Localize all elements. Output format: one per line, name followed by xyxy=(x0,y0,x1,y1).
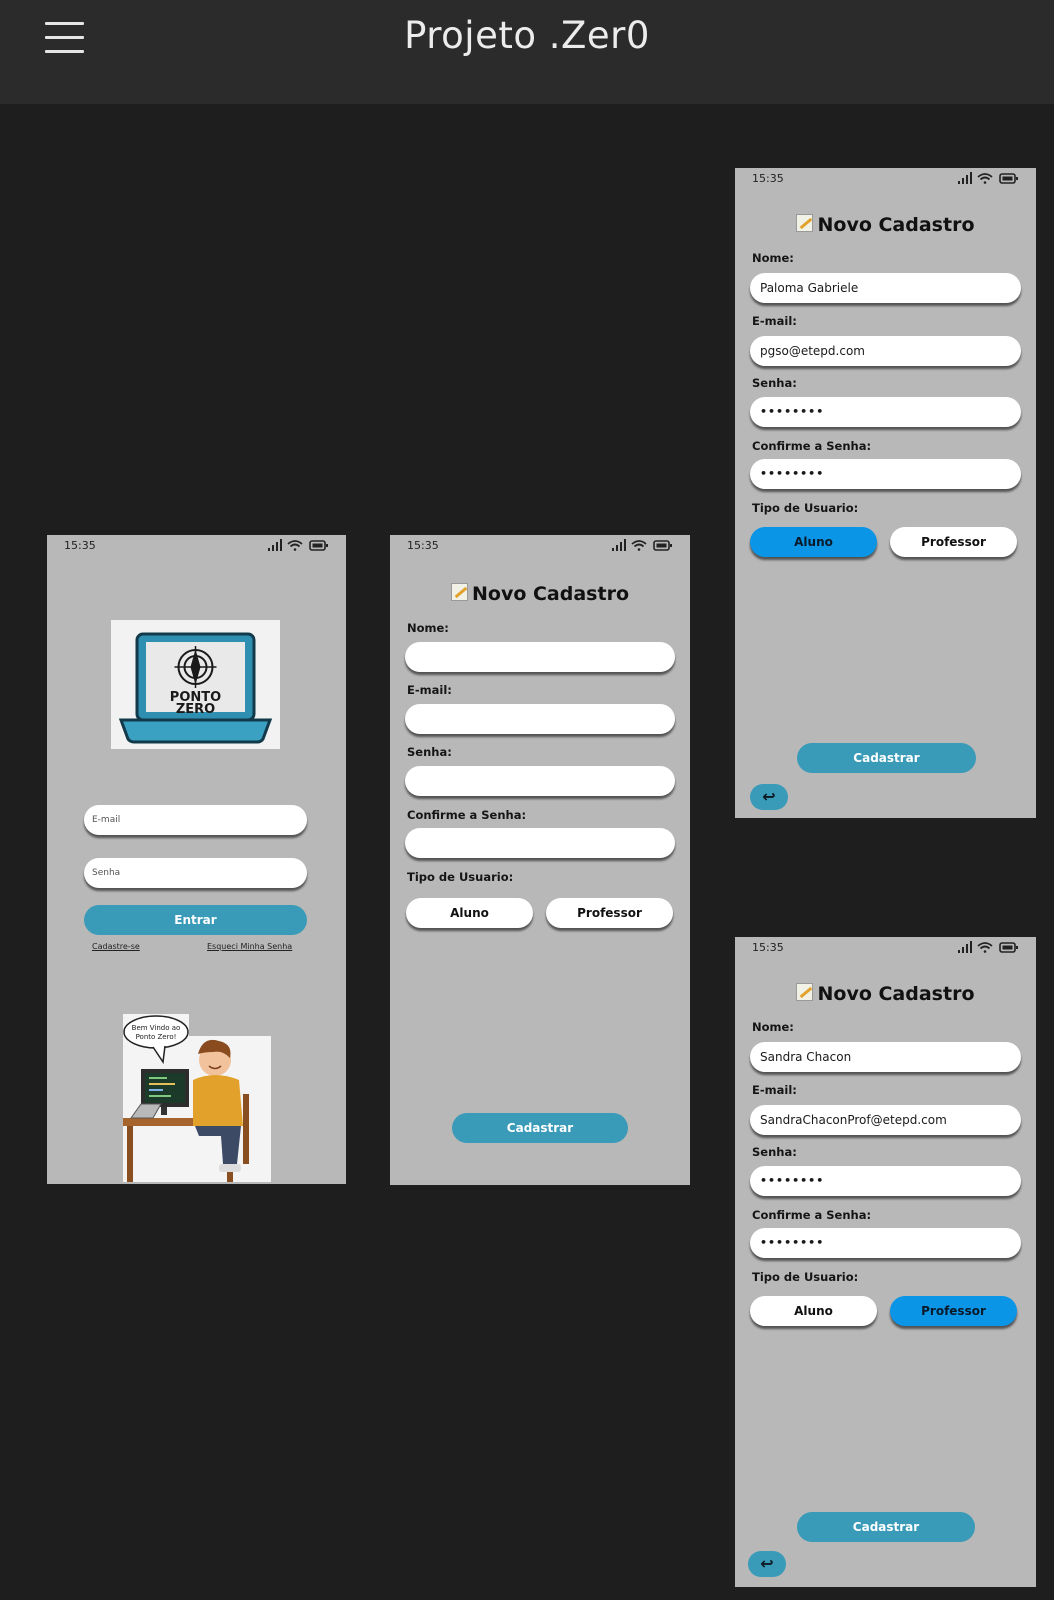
battery-icon xyxy=(653,540,672,551)
cadastrar-button[interactable]: Cadastrar xyxy=(797,743,976,773)
app-title: Projeto .Zer0 xyxy=(404,14,650,57)
battery-icon xyxy=(309,540,328,551)
password-field[interactable] xyxy=(405,766,675,796)
signal-icon xyxy=(958,172,972,184)
confirm-password-label: Confirme a Senha: xyxy=(752,439,872,453)
wifi-icon xyxy=(287,540,303,551)
professor-button[interactable]: Professor xyxy=(890,527,1017,557)
register-screen-empty: 15:35 Novo Cadastro Nome: E-mail: Senha:… xyxy=(390,535,690,1185)
status-icons xyxy=(612,538,674,557)
welcome-illustration: Bem Vindo ao Ponto Zero! xyxy=(123,1014,271,1182)
name-field[interactable]: Sandra Chacon xyxy=(750,1042,1021,1072)
wifi-icon xyxy=(631,540,647,551)
status-icons xyxy=(268,538,330,557)
name-label: Nome: xyxy=(752,1020,794,1034)
memo-icon xyxy=(450,583,468,601)
cadastrar-button[interactable]: Cadastrar xyxy=(452,1113,628,1143)
confirm-password-label: Confirme a Senha: xyxy=(752,1208,872,1222)
status-bar: 15:35 xyxy=(735,937,1036,959)
signal-icon xyxy=(612,539,626,551)
ponto-zero-logo: PONTO ZERO xyxy=(111,620,280,749)
signal-icon xyxy=(958,941,972,953)
status-icons xyxy=(958,171,1020,190)
email-field[interactable]: SandraChaconProf@etepd.com xyxy=(750,1105,1021,1135)
email-label: E-mail: xyxy=(752,314,797,328)
name-field[interactable]: Paloma Gabriele xyxy=(750,273,1021,303)
email-input[interactable]: E-mail xyxy=(84,805,307,835)
name-label: Nome: xyxy=(407,621,449,635)
user-type-label: Tipo de Usuario: xyxy=(407,870,514,884)
status-time: 15:35 xyxy=(752,941,784,954)
confirm-password-field[interactable] xyxy=(405,828,675,858)
email-field[interactable]: pgso@etepd.com xyxy=(750,336,1021,366)
password-label: Senha: xyxy=(752,1145,797,1159)
aluno-button-selected[interactable]: Aluno xyxy=(750,527,877,557)
email-label: E-mail: xyxy=(752,1083,797,1097)
status-bar: 15:35 xyxy=(47,535,346,557)
professor-button-selected[interactable]: Professor xyxy=(890,1296,1017,1326)
user-type-label: Tipo de Usuario: xyxy=(752,1270,859,1284)
page-title: Novo Cadastro xyxy=(735,214,1036,236)
login-screen: 15:35 PONTO ZERO E-mail Senha Entrar Cad… xyxy=(47,535,346,1184)
status-bar: 15:35 xyxy=(390,535,690,557)
svg-text:Ponto Zero!: Ponto Zero! xyxy=(136,1033,177,1041)
battery-icon xyxy=(999,173,1018,184)
status-time: 15:35 xyxy=(407,539,439,552)
aluno-button[interactable]: Aluno xyxy=(406,898,533,928)
password-field[interactable]: •••••••• xyxy=(750,397,1021,427)
name-field[interactable] xyxy=(405,642,675,672)
signal-icon xyxy=(268,539,282,551)
email-label: E-mail: xyxy=(407,683,452,697)
battery-icon xyxy=(999,942,1018,953)
wifi-icon xyxy=(977,942,993,953)
name-label: Nome: xyxy=(752,251,794,265)
status-time: 15:35 xyxy=(752,172,784,185)
app-header: Projeto .Zer0 xyxy=(0,0,1054,104)
password-label: Senha: xyxy=(407,745,452,759)
password-field[interactable]: •••••••• xyxy=(750,1166,1021,1196)
signup-link[interactable]: Cadastre-se xyxy=(92,942,140,951)
professor-button[interactable]: Professor xyxy=(546,898,673,928)
confirm-password-label: Confirme a Senha: xyxy=(407,808,527,822)
register-screen-professor: 15:35 Novo Cadastro Nome: Sandra Chacon … xyxy=(735,937,1036,1587)
memo-icon xyxy=(796,214,814,232)
aluno-button[interactable]: Aluno xyxy=(750,1296,877,1326)
confirm-password-field[interactable]: •••••••• xyxy=(750,1228,1021,1258)
status-time: 15:35 xyxy=(64,539,96,552)
back-arrow-icon[interactable]: ↩ xyxy=(750,784,788,810)
register-screen-aluno: 15:35 Novo Cadastro Nome: Paloma Gabriel… xyxy=(735,168,1036,818)
page-title: Novo Cadastro xyxy=(735,983,1036,1005)
svg-text:ZERO: ZERO xyxy=(176,702,215,717)
svg-text:Bem Vindo ao: Bem Vindo ao xyxy=(132,1024,181,1032)
password-label: Senha: xyxy=(752,376,797,390)
cadastrar-button[interactable]: Cadastrar xyxy=(797,1512,975,1542)
forgot-password-link[interactable]: Esqueci Minha Senha xyxy=(207,942,292,951)
wifi-icon xyxy=(977,173,993,184)
enter-button[interactable]: Entrar xyxy=(84,905,307,935)
status-icons xyxy=(958,940,1020,959)
confirm-password-field[interactable]: •••••••• xyxy=(750,459,1021,489)
password-input[interactable]: Senha xyxy=(84,858,307,888)
page-title: Novo Cadastro xyxy=(390,583,690,605)
user-type-label: Tipo de Usuario: xyxy=(752,501,859,515)
memo-icon xyxy=(796,983,814,1001)
email-field[interactable] xyxy=(405,704,675,734)
back-arrow-icon[interactable]: ↩ xyxy=(748,1551,786,1577)
status-bar: 15:35 xyxy=(735,168,1036,190)
